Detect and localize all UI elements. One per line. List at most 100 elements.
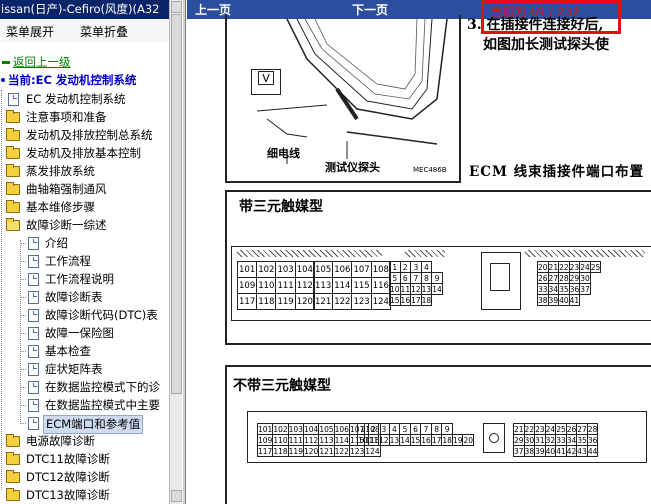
probe-label: 测试仪探头 — [325, 161, 380, 174]
tree-guide — [20, 261, 26, 262]
section1-title: 带三元触媒型 — [239, 199, 323, 215]
tree-item[interactable]: 电源故障诊断 — [0, 433, 169, 450]
pin-cell: 102 — [256, 261, 277, 278]
pin-cell: 29 — [513, 434, 525, 446]
pin-table-small: 1 2 3 4 5 6 7 8 9 10 11 12 13 14 15 16 17 18 — [389, 261, 443, 306]
tree-subitem[interactable]: 症状矩阵表 — [0, 361, 169, 378]
pin-cell: 11 — [399, 283, 412, 295]
tree-item[interactable]: 注意事项和准备 — [0, 109, 169, 126]
tree-item[interactable]: EC 发动机控制系统 — [0, 91, 169, 108]
scrollbar-thumb[interactable] — [171, 14, 182, 394]
pin-cell: 20 — [537, 261, 549, 273]
pin-cell: 38 — [523, 445, 536, 457]
pin-cell: 13 — [388, 434, 401, 446]
back-link[interactable]: 返回上一级 — [13, 54, 71, 71]
current-node-row: 当前:EC 发动机控制系统 — [0, 72, 169, 89]
tree-subitem[interactable]: 工作流程 — [0, 253, 169, 270]
back-link-row[interactable]: 返回上一级 — [0, 54, 169, 71]
pin-cell: 3 — [378, 423, 390, 435]
pin-cell: 113 — [312, 277, 334, 294]
section-with-catalyst: 带三元触媒型 101 102 103 104 109 110 111 112 117 118 119… — [225, 190, 651, 345]
scroll-down-arrow-icon[interactable] — [171, 490, 182, 502]
tree-item-label: DTC12故障诊断 — [26, 470, 110, 484]
pin-cell: 112 — [294, 277, 315, 294]
tree-item[interactable]: DTC11故障诊断 — [0, 451, 169, 468]
pin-cell: 105 — [318, 423, 335, 435]
pin-cell: 18 — [441, 434, 453, 446]
tree-item-label: ECM端口和参考值 — [43, 415, 144, 434]
pin-cell: 38 — [537, 294, 549, 306]
tree-subitem[interactable]: 介绍 — [0, 235, 169, 252]
pin-cell: 8 — [420, 272, 433, 284]
document-icon — [28, 273, 39, 286]
collapse-menu-button[interactable]: 菜单折叠 — [80, 23, 128, 40]
connector-latch — [481, 252, 521, 310]
tree-guide — [20, 243, 26, 244]
tree-item[interactable]: 蒸发排放系统 — [0, 163, 169, 180]
scroll-up-arrow-icon[interactable] — [171, 1, 182, 13]
pin-cell: 43 — [576, 445, 588, 457]
pin-cell: 33 — [555, 434, 567, 446]
pin-table-right: 20 21 22 23 24 25 26 27 28 29 30 33 34 35 36 37 38 39 40 41 — [537, 261, 602, 306]
sidebar-scrollbar[interactable] — [169, 0, 182, 504]
tree-subitem[interactable]: 在数据监控模式中主要 — [0, 397, 169, 414]
tree-subitem[interactable]: 基本检查 — [0, 343, 169, 360]
pin-cell: 110 — [272, 434, 289, 446]
pin-table-right: 21 22 23 24 25 26 27 28 29 30 31 32 33 34 35 36 37 38 39 40… — [513, 423, 599, 457]
tree-subitem[interactable]: 故障一保险图 — [0, 325, 169, 342]
pin-cell: 19 — [451, 434, 464, 446]
tree-item[interactable]: 发动机及排放基本控制 — [0, 145, 169, 162]
pin-cell: 1 — [389, 261, 401, 273]
pin-cell: 34 — [565, 434, 578, 446]
pane-splitter[interactable] — [182, 0, 186, 504]
pin-cell: 1 — [357, 423, 369, 435]
tree-subitem[interactable]: 工作流程说明 — [0, 271, 169, 288]
tree-item[interactable]: 基本维修步骤 — [0, 199, 169, 216]
tree-subitem[interactable]: 故障诊断表 — [0, 289, 169, 306]
document-icon — [28, 417, 39, 430]
tree-item[interactable]: DTC13故障诊断 — [0, 487, 169, 504]
tree-item-label: DTC13故障诊断 — [26, 488, 110, 502]
tree-subitem[interactable]: 在数据监控模式下的诊 — [0, 379, 169, 396]
pin-cell: 32 — [544, 434, 557, 446]
pin-cell: 101 — [236, 261, 258, 278]
tree-item[interactable]: 曲轴箱强制通风 — [0, 181, 169, 198]
pin-cell: 42 — [565, 445, 578, 457]
pin-cell: 15 — [409, 434, 422, 446]
pin-cell: 21 — [513, 423, 525, 435]
tree-item[interactable]: 发动机及排放控制总系统 — [0, 127, 169, 144]
expand-menu-button[interactable]: 菜单展开 — [6, 23, 54, 40]
tree-subitem-selected[interactable]: ECM端口和参考值 — [0, 415, 169, 434]
pin-cell: 11 — [367, 434, 380, 446]
connector-latch — [483, 423, 505, 453]
pin-cell: 110 — [256, 277, 277, 294]
tree-item-label: 工作流程 — [45, 254, 91, 268]
pin-cell: 12 — [378, 434, 390, 446]
tree-item-label: 蒸发排放系统 — [26, 164, 95, 178]
pin-cell: 37 — [513, 445, 525, 457]
pin-cell: 26 — [565, 423, 578, 435]
tree-guide — [20, 423, 26, 424]
tree-item-label: 故障诊断表 — [45, 290, 103, 304]
pin-cell: 14 — [399, 434, 411, 446]
pin-cell: 123 — [351, 293, 372, 310]
pin-cell: 107 — [351, 261, 372, 278]
pin-cell: 18 — [420, 294, 433, 306]
connector-hatch — [405, 250, 445, 257]
tree-item-label: 在数据监控模式下的诊 — [45, 380, 160, 394]
page-indicator: 当前为 69 / 232 — [481, 0, 621, 34]
pin-cell: 27 — [576, 423, 588, 435]
tree-item-label: EC 发动机控制系统 — [26, 92, 126, 106]
tree-item[interactable]: DTC12故障诊断 — [0, 469, 169, 486]
section-without-catalyst: 不带三元触媒型 101 102 103 104 105 106 107 108 109 110 11… — [225, 365, 651, 504]
back-icon — [2, 61, 10, 64]
current-marker-icon — [1, 78, 5, 82]
sidebar-title: issan(日产)-Cefiro(风度)(A32 — [0, 0, 169, 19]
pin-cell: 30 — [523, 434, 536, 446]
sidebar-toolbar: 菜单展开 菜单折叠 — [0, 20, 169, 42]
pin-cell: 40 — [544, 445, 557, 457]
pin-cell: 118 — [256, 293, 277, 310]
tree-item[interactable]: 故障诊断一综述 — [0, 217, 169, 234]
pin-cell: 119 — [275, 293, 296, 310]
tree-subitem[interactable]: 故障诊断代码(DTC)表 — [0, 307, 169, 324]
